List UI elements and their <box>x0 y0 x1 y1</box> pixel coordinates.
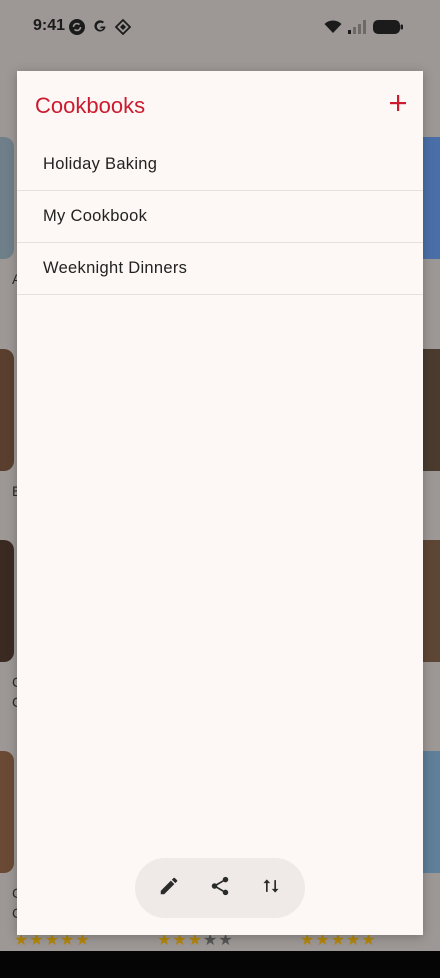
navigation-bar <box>0 951 440 978</box>
cookbook-action-bar <box>135 858 305 918</box>
share-button[interactable] <box>202 870 238 906</box>
cookbook-label: Holiday Baking <box>43 155 158 173</box>
cookbook-item[interactable]: My Cookbook <box>17 191 423 243</box>
pencil-icon <box>158 875 180 902</box>
battery-icon <box>373 20 403 39</box>
status-time: 9:41 <box>33 17 66 34</box>
app-screen: A E C C C C ★★★★★ ★★★★★ ★★★★★ 9:41 <box>0 0 440 978</box>
recipe-card-image <box>0 751 14 873</box>
cookbook-label: Weeknight Dinners <box>43 259 188 277</box>
sync-icon <box>69 19 85 40</box>
wifi-icon <box>324 20 342 39</box>
cookbook-list: Holiday Baking My Cookbook Weeknight Din… <box>17 139 423 295</box>
edit-button[interactable] <box>151 870 187 906</box>
cookbook-item[interactable]: Weeknight Dinners <box>17 243 423 295</box>
sort-button[interactable] <box>253 870 289 906</box>
cookbook-item[interactable]: Holiday Baking <box>17 139 423 191</box>
sort-arrows-icon <box>261 876 281 901</box>
cellular-signal-icon <box>348 20 366 39</box>
share-icon <box>209 875 231 902</box>
recipe-card-image <box>0 540 14 662</box>
google-icon <box>92 18 108 40</box>
diamond-app-icon <box>114 18 132 40</box>
sheet-title: Cookbooks <box>35 93 146 118</box>
recipe-card-image <box>0 349 14 471</box>
cookbooks-sheet: Cookbooks Holiday Baking My Cookbook Wee… <box>17 71 423 935</box>
recipe-card-image <box>0 137 14 259</box>
plus-icon <box>389 94 407 117</box>
add-cookbook-button[interactable] <box>382 87 414 123</box>
status-bar: 9:41 <box>0 0 440 56</box>
cookbook-label: My Cookbook <box>43 207 148 225</box>
